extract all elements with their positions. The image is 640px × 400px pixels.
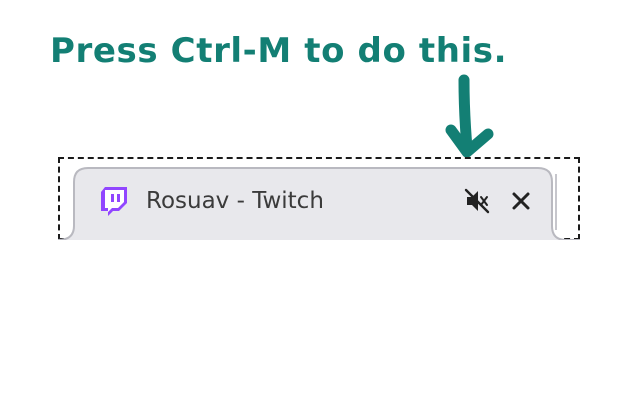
close-icon[interactable]	[508, 188, 534, 214]
speaker-muted-icon[interactable]	[464, 188, 490, 214]
instruction-caption: Press Ctrl-M to do this.	[50, 31, 508, 71]
screenshot-canvas: Press Ctrl-M to do this. Rosuav - Twitch	[0, 0, 640, 400]
tab-title: Rosuav - Twitch	[146, 188, 324, 214]
arrow-down-icon	[445, 74, 494, 158]
browser-tab-strip: Rosuav - Twitch	[58, 164, 580, 240]
twitch-icon	[101, 187, 127, 216]
